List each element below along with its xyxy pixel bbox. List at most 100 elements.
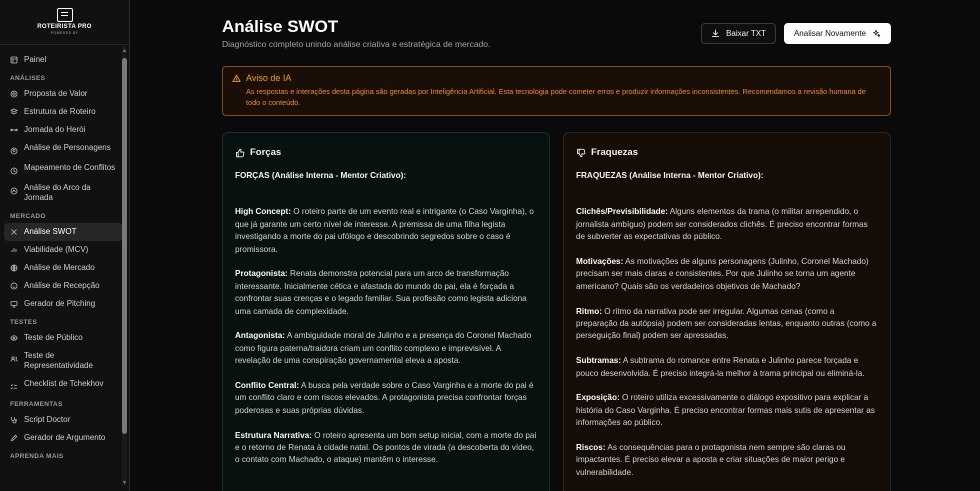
sidebar-item-label: Proposta de Valor [24,89,88,98]
sidebar-item-label: Estrutura de Roteiro [24,107,96,116]
weaknesses-item-term: Clichês/Previsibilidade: [576,207,668,217]
sidebar-item-analise-do-arco-da-jornada[interactable]: Análise do Arco da Jornada [4,179,123,207]
reanalyze-button[interactable]: Analisar Novamente [783,23,891,44]
strengths-item: Protagonista: Renata demonstra potencial… [235,268,537,318]
sidebar-section-title: FERRAMENTAS [10,401,63,408]
weaknesses-item: Subtramas: A subtrama do romance entre R… [576,355,878,380]
sidebar-item-viabilidade-mcv[interactable]: Viabilidade (MCV) [4,241,123,259]
sidebar-item-analise-de-recepcao[interactable]: Análise de Recepção [4,277,123,295]
weaknesses-item-text: O roteiro utiliza excessivamente o diálo… [576,393,875,428]
presentation-icon [10,300,18,308]
sidebar-item-mapeamento-de-conflitos[interactable]: Mapeamento de Conflitos [4,159,123,179]
sidebar-item-analise-swot[interactable]: Análise SWOT [4,223,123,241]
clapperboard-icon [56,7,73,22]
sidebar-item-label: Análise de Mercado [24,263,95,272]
sidebar-item-jornada-do-heroi[interactable]: Jornada do Herói [4,121,123,139]
weaknesses-item-text: O ritmo da narrativa pode ser irregular.… [576,306,877,341]
weaknesses-item: Motivações: As motivações de alguns pers… [576,256,878,293]
weaknesses-item-term: Exposição: [576,393,620,403]
strengths-card: Forças FORÇAS (Análise Interna - Mentor … [222,132,550,491]
trend-icon [10,187,18,195]
weaknesses-item-term: Motivações: [576,257,624,267]
strengths-item-term: Antagonista: [235,331,286,341]
sidebar-item-label: Jornada do Herói [24,125,86,134]
weaknesses-item-term: Ritmo: [576,306,602,316]
sidebar-item-label: Gerador de Argumento [24,433,106,442]
brand-subtitle: POWERED BY [50,30,79,35]
strengths-heading: FORÇAS (Análise Interna - Mentor Criativ… [235,171,407,180]
page-header: Análise SWOT Diagnóstico completo unindo… [222,16,891,64]
scroll-up-arrow-icon[interactable]: ▲ [122,48,127,54]
sidebar-item-label: Mapeamento de Conflitos [24,163,116,172]
download-txt-button[interactable]: Baixar TXT [701,23,776,44]
sidebar-item-checklist-de-tchekhov[interactable]: Checklist de Tchekhov [4,375,123,395]
weaknesses-item-term: Subtramas: [576,356,622,366]
sidebar-item-script-doctor[interactable]: Script Doctor [4,411,123,429]
scrollbar-thumb[interactable] [122,58,127,434]
swords-icon [10,167,18,175]
alert-title: Aviso de IA [246,73,292,83]
strengths-item: Conflito Central: A busca pela verdade s… [235,380,537,417]
sidebar-item-painel[interactable]: Painel [4,51,123,69]
weaknesses-item: Exposição: O roteiro utiliza excessivame… [576,392,878,429]
strengths-item-term: Estrutura Narrativa: [235,430,312,440]
sidebar-section-title: MERCADO [10,213,46,220]
weaknesses-card: Fraquezas FRAQUEZAS (Análise Interna - M… [563,132,891,491]
weaknesses-title: Fraquezas [591,147,638,158]
dollar-icon [10,246,18,254]
sidebar-item-label: Análise do Arco da Jornada [24,183,91,202]
sidebar-scrollbar[interactable]: ▲ ▼ [122,46,127,486]
sidebar-item-label: Script Doctor [24,415,71,424]
weaknesses-item: Riscos: As consequências para o protagon… [576,442,878,479]
sidebar-nav: Painel ANÁLISES Proposta de Valor Estrutura… [0,49,129,491]
sidebar-section-title: ANÁLISES [10,75,46,82]
strengths-item-term: Protagonista: [235,269,288,279]
ai-warning-alert: Aviso de IA As respostas e interações de… [222,66,891,116]
sidebar-item-label: Painel [24,55,47,64]
sidebar-item-estrutura-de-roteiro[interactable]: Estrutura de Roteiro [4,103,123,121]
thumbs-up-icon [236,148,245,157]
download-icon [712,29,720,38]
strengths-title: Forças [250,147,282,158]
download-txt-label: Baixar TXT [726,29,766,38]
strengths-item: Estrutura Narrativa: O roteiro apresenta… [235,430,537,467]
sidebar-item-gerador-de-argumento[interactable]: Gerador de Argumento [4,429,123,447]
sidebar-item-label: Teste de Público [24,333,83,342]
weaknesses-item: Ritmo: O ritmo da narrativa pode ser irr… [576,306,878,343]
sidebar-item-analise-de-mercado[interactable]: Análise de Mercado [4,259,123,277]
sidebar: ROTEIRISTA PRO POWERED BY Painel ANÁLISES… [0,0,130,491]
sidebar-item-teste-de-publico[interactable]: Teste de Público [4,329,123,347]
page-title: Análise SWOT [222,17,339,36]
sidebar-item-analise-de-personagens[interactable]: Análise de Personagens [4,139,123,159]
layers-icon [10,108,18,116]
eye-icon [10,334,18,342]
sidebar-item-teste-de-representatividade[interactable]: Teste de Representatividade [4,347,123,375]
sidebar-item-label: Viabilidade (MCV) [24,245,89,254]
sidebar-section-title: TESTES [10,319,38,326]
layout-icon [10,56,18,64]
target-icon [10,90,18,98]
scroll-down-arrow-icon[interactable]: ▼ [122,480,127,486]
weaknesses-item-term: Riscos: [576,443,606,453]
pen-icon [10,434,18,442]
stethoscope-icon [10,416,18,424]
alert-body: As respostas e interações desta página s… [246,87,866,107]
users-icon [10,147,18,155]
brand-logo[interactable]: ROTEIRISTA PRO POWERED BY [0,0,129,38]
people-icon [10,355,18,363]
sidebar-item-label: Análise SWOT [24,227,77,236]
weaknesses-item-text: As consequências para o protagonista nem… [576,443,846,477]
brand-title: ROTEIRISTA PRO [37,23,92,30]
weaknesses-item: Clichês/Previsibilidade: Alguns elemento… [576,206,878,243]
sidebar-item-proposta-de-valor[interactable]: Proposta de Valor [4,85,123,103]
sidebar-item-gerador-de-pitching[interactable]: Gerador de Pitching [4,295,123,313]
main-content: Análise SWOT Diagnóstico completo unindo… [130,0,980,491]
grid-icon [10,228,18,236]
weaknesses-heading: FRAQUEZAS (Análise Interna - Mentor Cria… [576,171,764,180]
strengths-item: Antagonista: A ambiguidade moral de Juli… [235,330,537,367]
thumbs-down-icon [577,148,586,157]
warning-triangle-icon [232,74,241,82]
smile-icon [10,282,18,290]
globe-icon [10,264,18,272]
sidebar-item-label: Teste de Representatividade [24,351,93,370]
